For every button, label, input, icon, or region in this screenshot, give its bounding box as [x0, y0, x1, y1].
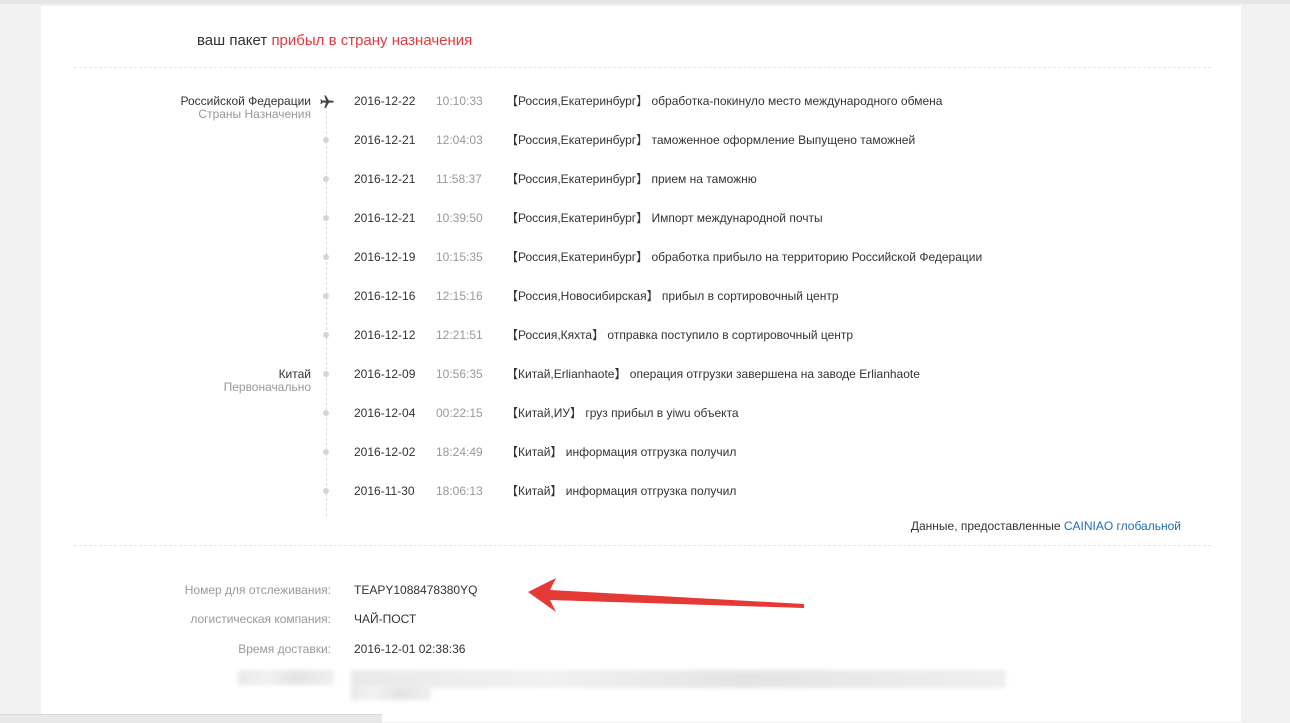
event-message: 【Россия,Екатеринбург】 Импорт международн… [506, 211, 823, 225]
event-date: 2016-12-21 [354, 211, 416, 225]
event-time: 00:22:15 [436, 406, 483, 420]
logistics-company-label: логистическая компания: [190, 612, 331, 626]
redacted-value [351, 686, 431, 700]
event-time: 18:06:13 [436, 484, 483, 498]
plane-icon [320, 95, 334, 108]
event-time: 10:56:35 [436, 367, 483, 381]
provider-link[interactable]: CAINIAO глобальной [1064, 519, 1181, 533]
timeline-dot [323, 410, 329, 416]
event-date: 2016-12-21 [354, 172, 416, 186]
top-border [0, 0, 1290, 4]
event-date: 2016-12-12 [354, 328, 416, 342]
event-message: 【Россия,Екатеринбург】 прием на таможню [506, 172, 757, 186]
divider-top [74, 67, 1211, 68]
status-prefix: ваш пакет [197, 32, 268, 49]
timeline-dot [323, 371, 329, 377]
event-message: 【Россия,Екатеринбург】 обработка прибыло … [506, 250, 983, 264]
event-time: 12:04:03 [436, 133, 483, 147]
data-provider: Данные, предоставленные CAINIAO глобальн… [911, 519, 1181, 533]
event-date: 2016-12-19 [354, 250, 416, 264]
event-time: 12:21:51 [436, 328, 483, 342]
redacted-label [238, 670, 334, 685]
timeline-dot [323, 332, 329, 338]
tracking-card: ваш пакет прибыл в страну назначения Рос… [41, 6, 1241, 722]
event-time: 10:39:50 [436, 211, 483, 225]
event-time: 10:10:33 [436, 94, 483, 108]
timeline-dot [323, 449, 329, 455]
event-date: 2016-12-04 [354, 406, 416, 420]
delivery-time-label: Время доставки: [238, 642, 331, 656]
event-time: 18:24:49 [436, 445, 483, 459]
logistics-company-value: ЧАЙ-ПОСТ [354, 612, 417, 626]
event-date: 2016-12-16 [354, 289, 416, 303]
event-message: 【Россия,Екатеринбург】 обработка-покинуло… [506, 94, 943, 108]
event-message: 【Китай】 информация отгрузка получил [506, 484, 737, 498]
divider-bottom [74, 545, 1211, 546]
event-message: 【Россия,Екатеринбург】 таможенное оформле… [506, 133, 916, 147]
redacted-value [351, 670, 1006, 688]
event-date: 2016-12-02 [354, 445, 416, 459]
event-time: 10:15:35 [436, 250, 483, 264]
timeline-dot [323, 254, 329, 260]
event-message: 【Китай,Erlianhaote】 операция отгрузки за… [506, 367, 920, 381]
status-highlight: прибыл в страну назначения [271, 32, 473, 49]
timeline-dot [323, 488, 329, 494]
provider-prefix: Данные, предоставленные [910, 519, 1061, 533]
timeline-dot [323, 215, 329, 221]
event-message: 【Россия,Кяхта】 отправка поступило в сорт… [506, 328, 854, 342]
timeline-dot [323, 137, 329, 143]
region-origin: Китай Первоначально [224, 368, 311, 394]
timeline-dot [323, 293, 329, 299]
event-date: 2016-12-21 [354, 133, 416, 147]
event-date: 2016-12-22 [354, 94, 416, 108]
region-destination-sub: Страны Назначения [198, 107, 311, 121]
event-message: 【Китай】 информация отгрузка получил [506, 445, 737, 459]
event-message: 【Россия,Новосибирская】 прибыл в сортиров… [506, 289, 839, 303]
event-date: 2016-12-09 [354, 367, 416, 381]
package-status: ваш пакет прибыл в страну назначения [197, 32, 472, 49]
region-destination: Российской Федерации Страны Назначения [181, 95, 312, 121]
delivery-time-value: 2016-12-01 02:38:36 [354, 642, 466, 656]
event-time: 11:58:37 [436, 172, 482, 186]
tracking-number-value: TEAPY1088478380YQ [354, 583, 478, 597]
event-date: 2016-11-30 [354, 484, 415, 498]
tracking-number-label: Номер для отслеживания: [184, 583, 331, 597]
region-origin-sub: Первоначально [223, 380, 311, 394]
event-time: 12:15:16 [436, 289, 483, 303]
red-arrow-annotation [528, 578, 804, 612]
event-message: 【Китай,ИУ】 груз прибыл в yiwu объекта [506, 406, 739, 420]
timeline-dot [323, 176, 329, 182]
